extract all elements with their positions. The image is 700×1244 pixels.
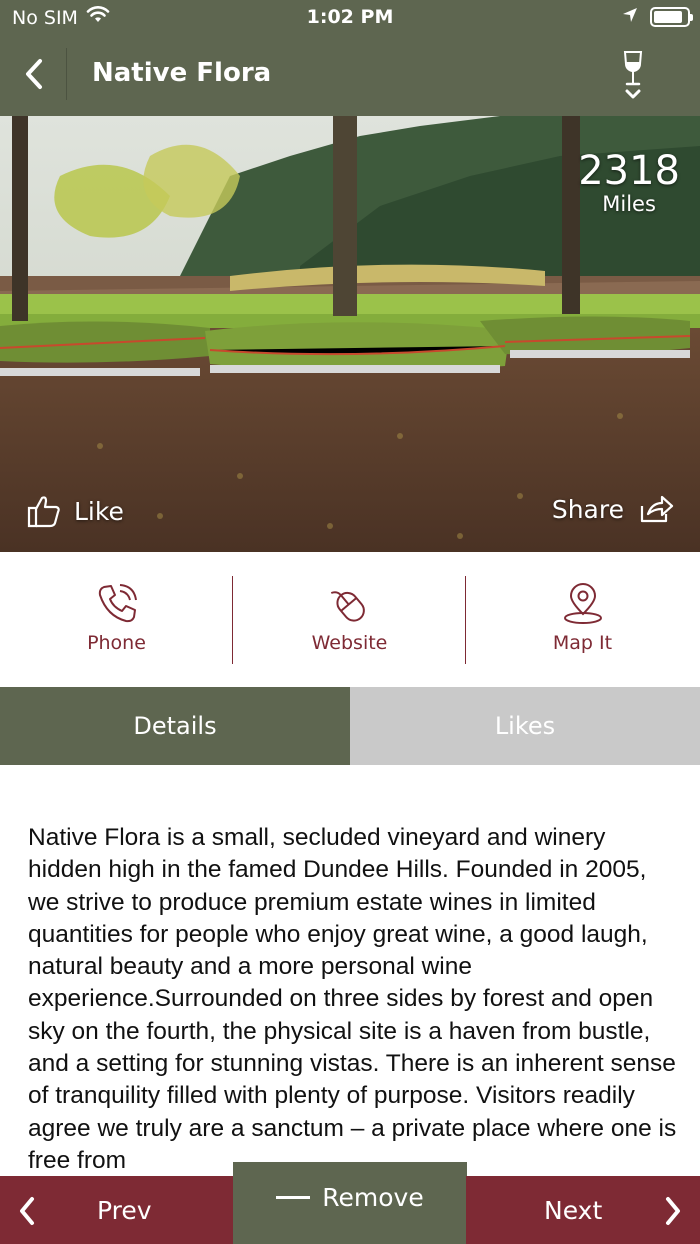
tab-details[interactable]: Details (0, 687, 350, 765)
share-button[interactable]: Share (552, 494, 674, 524)
prev-button[interactable]: Prev (0, 1176, 234, 1244)
like-label: Like (74, 496, 124, 526)
tab-likes[interactable]: Likes (350, 687, 700, 765)
map-pin-icon (563, 583, 602, 624)
map-it-button[interactable]: Map It (466, 552, 699, 687)
status-time: 1:02 PM (306, 6, 394, 28)
battery-icon (650, 7, 693, 27)
back-button[interactable] (14, 54, 54, 94)
prev-label: Prev (97, 1196, 152, 1225)
website-button[interactable]: Website (233, 552, 466, 687)
minus-icon (276, 1195, 311, 1199)
status-right (622, 7, 693, 27)
hero-photo: 2318 Miles Like Share (0, 116, 700, 552)
like-button[interactable]: Like (26, 494, 124, 528)
next-label: Next (544, 1196, 603, 1225)
location-arrow-icon (622, 7, 638, 27)
status-bar: No SIM 1:02 PM (0, 0, 700, 34)
map-it-label: Map It (552, 632, 613, 654)
wine-glass-icon (623, 51, 643, 86)
chevron-right-icon (666, 1197, 680, 1225)
chevron-left-icon (26, 59, 42, 89)
distance-value: 2318 (578, 148, 680, 194)
share-icon (640, 495, 674, 523)
mouse-icon (330, 591, 365, 622)
remove-label: Remove (322, 1182, 424, 1212)
thumbs-up-icon (27, 496, 60, 528)
phone-button[interactable]: Phone (0, 552, 233, 687)
chevron-left-icon (20, 1197, 34, 1225)
share-label: Share (551, 494, 624, 524)
phone-label: Phone (87, 632, 146, 654)
action-row: Phone Website Map It (0, 552, 700, 687)
remove-button[interactable]: Remove (233, 1162, 467, 1244)
phone-icon (98, 584, 137, 623)
nav-divider (66, 48, 67, 100)
page-title: Native Flora (92, 58, 272, 88)
website-label: Website (311, 632, 388, 654)
bottom-bar: Prev Remove Next (0, 1162, 700, 1244)
next-button[interactable]: Next (466, 1176, 700, 1244)
distance-badge: 2318 Miles (578, 150, 680, 216)
wine-menu-button[interactable] (618, 50, 648, 106)
chevron-down-icon (625, 89, 641, 99)
details-text: Native Flora is a small, secluded vineya… (28, 824, 677, 1174)
distance-unit: Miles (602, 192, 656, 216)
nav-bar: Native Flora (0, 34, 700, 116)
tab-bar: Details Likes (0, 687, 700, 765)
